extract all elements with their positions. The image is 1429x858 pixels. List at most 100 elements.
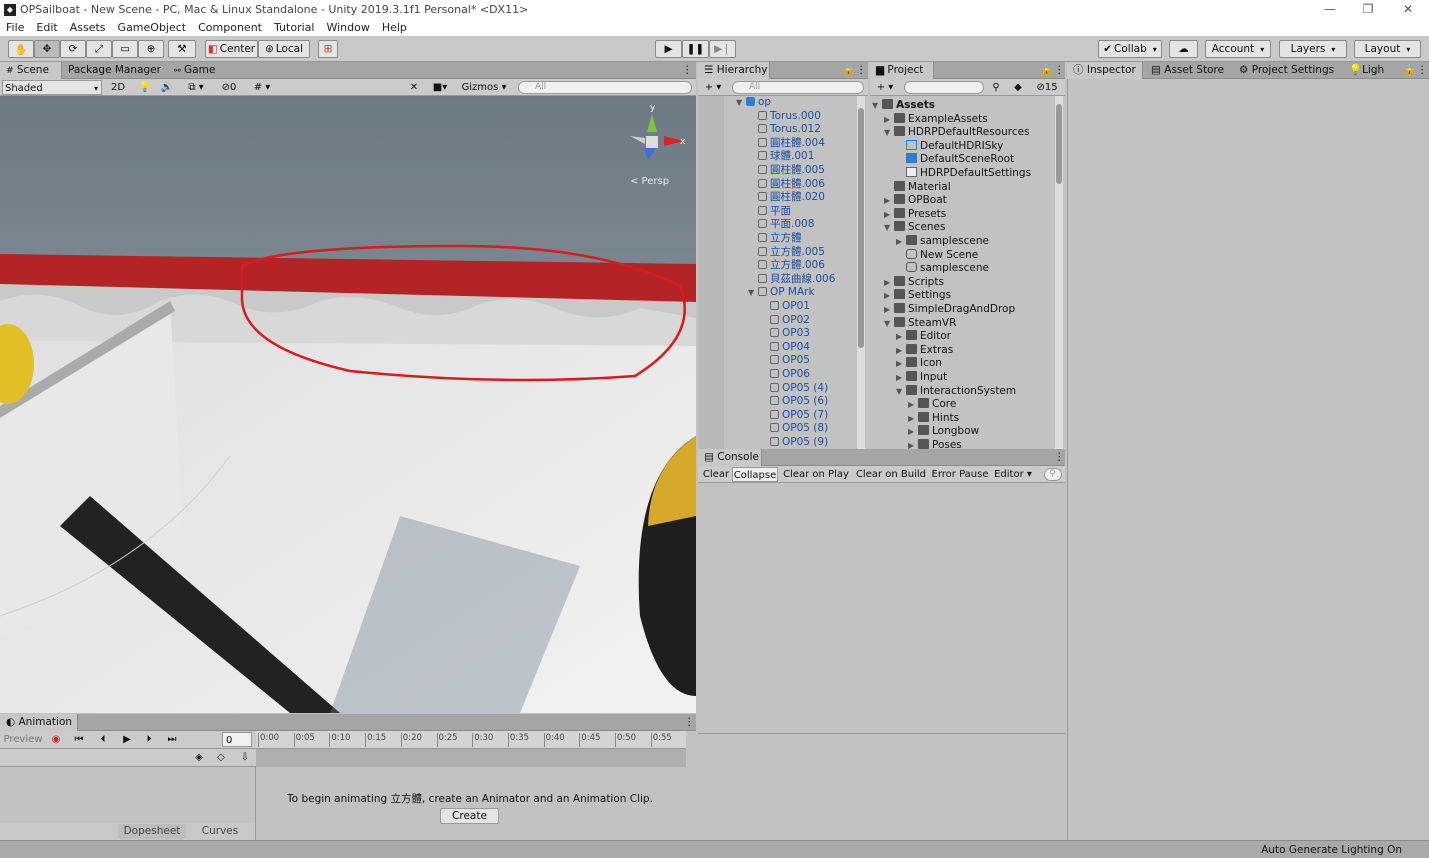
tab-scene[interactable]: # Scene xyxy=(0,62,62,79)
hierarchy-item-row[interactable]: 立方體.006 xyxy=(748,259,825,273)
expanded-arrow-icon[interactable]: ▼ xyxy=(872,99,882,113)
console-clear-on-play-button[interactable]: Clear on Play xyxy=(782,467,850,482)
minimize-button[interactable]: — xyxy=(1312,0,1348,19)
tools-icon[interactable]: ✕ xyxy=(405,80,423,95)
collapsed-arrow-icon[interactable]: ▶ xyxy=(884,113,894,127)
hierarchy-item-row[interactable]: Torus.000 xyxy=(748,110,821,124)
rotate-tool-icon[interactable]: ⟳ xyxy=(60,40,86,58)
collab-button[interactable]: ✔ Collab xyxy=(1098,40,1162,58)
tab-game[interactable]: ⚯ Game xyxy=(168,62,228,79)
event-track[interactable] xyxy=(256,749,686,767)
filter-type-icon[interactable]: ⚲ xyxy=(988,80,1004,95)
lighting-toggle-icon[interactable]: 💡 xyxy=(136,80,154,95)
hierarchy-item-row[interactable]: 球體.001 xyxy=(748,150,814,164)
hand-tool-icon[interactable]: ✋ xyxy=(8,40,34,58)
menu-file[interactable]: File xyxy=(0,21,30,34)
audio-toggle-icon[interactable]: 🔊 xyxy=(158,80,176,95)
gizmos-dropdown[interactable]: Gizmos ▾ xyxy=(455,80,513,95)
project-item-row[interactable]: ▶ OPBoat xyxy=(884,194,947,208)
dopesheet-tab[interactable]: Dopesheet xyxy=(118,824,186,839)
hierarchy-search-input[interactable]: All xyxy=(732,81,864,94)
hierarchy-item-row[interactable]: 圓柱體.005 xyxy=(748,164,825,178)
step-button[interactable]: ▶❘ xyxy=(709,40,736,58)
hierarchy-item-row[interactable]: 圓柱體.020 xyxy=(748,191,825,205)
menu-component[interactable]: Component xyxy=(192,21,268,34)
project-item-row[interactable]: ▶ Longbow xyxy=(908,425,979,439)
hierarchy-item-row[interactable]: OP06 xyxy=(760,368,810,382)
project-item-row[interactable]: ▶ Poses xyxy=(908,439,962,449)
project-item-row[interactable]: ▼ Scenes xyxy=(884,221,945,235)
project-item-row[interactable]: Material xyxy=(884,180,951,195)
restore-button[interactable]: ❐ xyxy=(1350,0,1386,19)
play-anim-icon[interactable]: ▶ xyxy=(118,732,136,747)
project-scrollbar[interactable] xyxy=(1055,96,1063,449)
expanded-arrow-icon[interactable]: ▼ xyxy=(884,221,894,235)
console-error-pause-button[interactable]: Error Pause xyxy=(930,467,990,482)
cloud-icon[interactable]: ☁ xyxy=(1169,40,1198,58)
layout-dropdown[interactable]: Layout xyxy=(1354,40,1421,58)
hierarchy-item-row[interactable]: OP01 xyxy=(760,300,810,314)
project-item-row[interactable]: ▶ Extras xyxy=(896,343,953,358)
collapsed-arrow-icon[interactable]: ▶ xyxy=(884,289,894,303)
project-item-row[interactable]: ▶ Icon xyxy=(896,357,942,371)
project-add-button[interactable]: + ▾ xyxy=(874,80,896,95)
hierarchy-item-row[interactable]: 立方體 xyxy=(748,232,802,246)
collapsed-arrow-icon[interactable]: ▶ xyxy=(908,412,918,426)
tab-animation[interactable]: ◐ Animation xyxy=(0,714,78,731)
tab-console[interactable]: ▤ Console xyxy=(698,449,762,466)
tab-project[interactable]: ▆ Project xyxy=(870,62,934,79)
inspector-lock-icon[interactable]: 🔒 xyxy=(1397,62,1416,79)
project-scroll-thumb[interactable] xyxy=(1056,104,1062,184)
project-lock-icon[interactable]: 🔒 xyxy=(1034,62,1053,79)
console-log-area[interactable] xyxy=(698,483,1065,733)
account-dropdown[interactable]: Account xyxy=(1205,40,1271,58)
project-item-row[interactable]: ▶ Editor xyxy=(896,330,951,344)
2d-toggle[interactable]: 2D xyxy=(106,80,130,95)
hierarchy-item-row[interactable]: OP05 xyxy=(760,354,810,368)
collapsed-arrow-icon[interactable]: ▶ xyxy=(908,425,918,439)
console-collapse-button[interactable]: Collapse xyxy=(732,467,778,482)
hierarchy-item-row[interactable]: ▼ OP MArk xyxy=(748,286,815,300)
collapsed-arrow-icon[interactable]: ▶ xyxy=(884,303,894,317)
collapsed-arrow-icon[interactable]: ▶ xyxy=(896,357,906,371)
collapsed-arrow-icon[interactable]: ▶ xyxy=(896,371,906,385)
project-item-row[interactable]: ▶ Presets xyxy=(884,207,946,222)
persp-label[interactable]: < Persp xyxy=(630,176,669,187)
expanded-arrow-icon[interactable]: ▼ xyxy=(748,286,758,300)
layers-dropdown[interactable]: Layers xyxy=(1279,40,1347,58)
console-menu-icon[interactable]: ⋮ xyxy=(1048,449,1065,466)
project-item-row[interactable]: ▶ Hints xyxy=(908,411,959,426)
animation-menu-icon[interactable]: ⋮ xyxy=(678,714,695,731)
camera-dropdown-icon[interactable]: ■▾ xyxy=(426,80,454,95)
scene-search-input[interactable]: All xyxy=(518,81,692,94)
project-item-row[interactable]: ▼ HDRPDefaultResources xyxy=(884,126,1030,140)
project-item-row[interactable]: New Scene xyxy=(896,248,978,263)
transform-tool-icon[interactable]: ⊕ xyxy=(138,40,164,58)
pivot-local-button[interactable]: ⊛ Local xyxy=(258,40,310,58)
project-item-row[interactable]: HDRPDefaultSettings xyxy=(896,167,1031,181)
console-editor-dropdown[interactable]: Editor ▾ xyxy=(992,467,1034,482)
hierarchy-item-row[interactable]: ▼ op xyxy=(736,96,771,110)
hierarchy-item-row[interactable]: 圓柱體.006 xyxy=(748,178,825,192)
animation-preview-toggle[interactable]: Preview xyxy=(2,732,44,747)
play-button[interactable]: ▶ xyxy=(655,40,682,58)
project-item-row[interactable]: ▶ SimpleDragAndDrop xyxy=(884,303,1015,317)
collapsed-arrow-icon[interactable]: ▶ xyxy=(896,330,906,344)
add-keyframe-icon[interactable]: ◈ xyxy=(190,750,208,765)
next-key-icon[interactable]: ⏵ xyxy=(140,732,158,747)
scene-viewport[interactable]: y x < Persp xyxy=(0,96,696,713)
hierarchy-item-row[interactable]: OP02 xyxy=(760,314,810,328)
hierarchy-scroll-thumb[interactable] xyxy=(858,108,864,348)
expanded-arrow-icon[interactable]: ▼ xyxy=(896,385,906,399)
tab-hierarchy[interactable]: ☰ Hierarchy xyxy=(698,62,770,79)
project-item-row[interactable]: ▼ Assets xyxy=(872,99,935,113)
collapsed-arrow-icon[interactable]: ▶ xyxy=(884,276,894,290)
add-event-icon[interactable]: ⇩ xyxy=(236,750,254,765)
project-item-row[interactable]: ▶ Scripts xyxy=(884,275,944,290)
shading-mode-dropdown[interactable]: Shaded ▾ xyxy=(2,80,102,95)
hierarchy-item-row[interactable]: OP05 (8) xyxy=(760,422,828,436)
hierarchy-item-row[interactable]: OP04 xyxy=(760,341,810,355)
hierarchy-item-row[interactable]: OP05 (6) xyxy=(760,395,828,409)
collapsed-arrow-icon[interactable]: ▶ xyxy=(908,398,918,412)
menu-window[interactable]: Window xyxy=(320,21,375,34)
